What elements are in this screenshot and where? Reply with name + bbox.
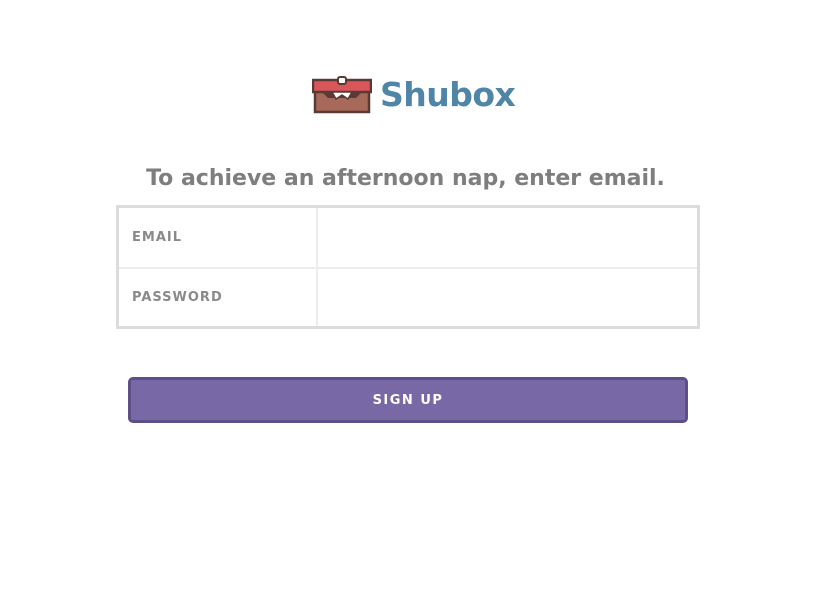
- password-row: PASSWORD: [119, 267, 697, 326]
- signup-form: EMAIL PASSWORD: [116, 205, 700, 329]
- page-tagline: To achieve an afternoon nap, enter email…: [146, 166, 665, 191]
- password-field[interactable]: [318, 269, 697, 326]
- password-label: PASSWORD: [119, 269, 318, 326]
- brand-logo[interactable]: Shubox: [312, 74, 516, 116]
- brand-name: Shubox: [380, 75, 516, 114]
- email-label: EMAIL: [119, 208, 318, 267]
- email-row: EMAIL: [119, 208, 697, 267]
- sign-up-button[interactable]: SIGN UP: [128, 377, 688, 423]
- email-field[interactable]: [318, 208, 697, 267]
- treasure-chest-icon: [312, 76, 372, 114]
